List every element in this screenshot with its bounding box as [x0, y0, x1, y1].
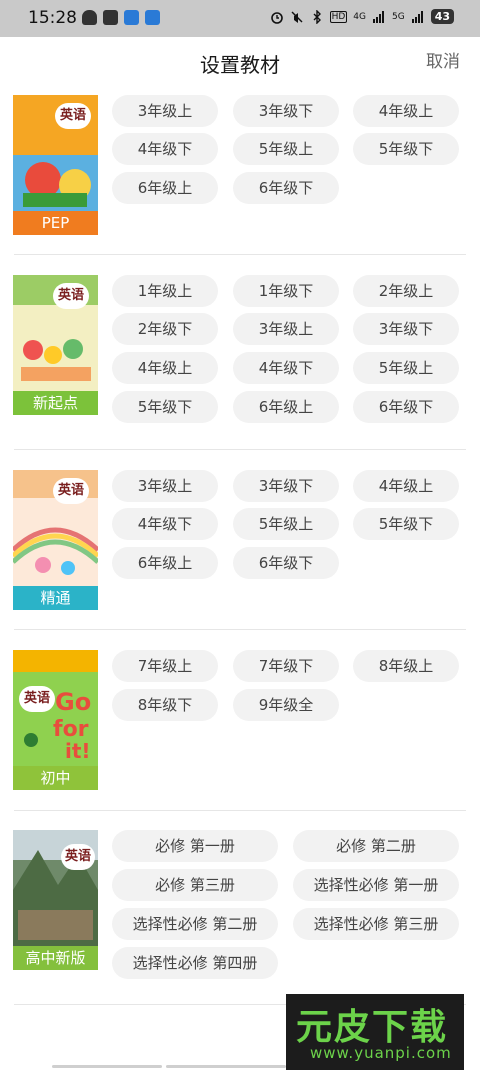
- grade-option[interactable]: 4年级上: [353, 470, 459, 502]
- grade-option[interactable]: 6年级下: [233, 547, 339, 579]
- grade-option[interactable]: 4年级下: [112, 508, 218, 540]
- book-cover-title: 英语: [53, 283, 89, 309]
- grade-option[interactable]: 2年级上: [353, 275, 459, 307]
- grade-option[interactable]: 7年级上: [112, 650, 218, 682]
- book-cover-title: 英语: [53, 478, 89, 504]
- grade-option[interactable]: 9年级全: [233, 689, 339, 721]
- grade-option[interactable]: 3年级上: [112, 470, 218, 502]
- grade-option[interactable]: 4年级下: [233, 352, 339, 384]
- page-title: 设置教材: [200, 53, 280, 77]
- book-cover-title: 英语: [19, 686, 55, 712]
- signal-icon: [372, 10, 384, 23]
- grade-option[interactable]: 8年级上: [353, 650, 459, 682]
- grade-option[interactable]: 5年级下: [353, 133, 459, 165]
- android-icon: [82, 10, 97, 25]
- textbook-option[interactable]: 选择性必修 第一册: [293, 869, 459, 901]
- watermark-text: 元皮下载: [296, 1007, 449, 1048]
- status-app-icons: [82, 10, 160, 25]
- book-cover-pep[interactable]: 英语 PEP: [13, 95, 98, 235]
- grade-option[interactable]: 2年级下: [112, 313, 218, 345]
- grade-option[interactable]: 5年级上: [353, 352, 459, 384]
- book-cover-jingtong[interactable]: 英语 精通: [13, 470, 98, 610]
- wifi-icon: [411, 10, 423, 23]
- book-cover-chuzhong[interactable]: Go for it! 英语 初中: [13, 650, 98, 790]
- textbook-option[interactable]: 必修 第一册: [112, 830, 278, 862]
- status-indicators: HD 4G 5G 43: [270, 9, 454, 24]
- textbook-option[interactable]: 选择性必修 第二册: [112, 908, 278, 940]
- grade-option[interactable]: 4年级上: [112, 352, 218, 384]
- book-cover-gaozhong[interactable]: 英语 高中新版: [13, 830, 98, 970]
- svg-text:Go: Go: [55, 688, 91, 716]
- grade-option[interactable]: 5年级下: [112, 391, 218, 423]
- textbook-option[interactable]: 必修 第二册: [293, 830, 459, 862]
- battery-indicator: 43: [430, 9, 454, 24]
- book-label: PEP: [13, 211, 98, 235]
- watermark-logo: 元皮下载 www.yuanpi.com: [286, 994, 464, 1070]
- grade-option[interactable]: 1年级上: [112, 275, 218, 307]
- grade-option[interactable]: 3年级下: [233, 95, 339, 127]
- gesture-bar[interactable]: [166, 1065, 286, 1068]
- mail-icon: [103, 10, 118, 25]
- grade-option[interactable]: 3年级下: [353, 313, 459, 345]
- network-hd: HD: [329, 10, 348, 23]
- book-cover-xinqidian[interactable]: 英语 新起点: [13, 275, 98, 415]
- grade-option[interactable]: 6年级下: [353, 391, 459, 423]
- grade-option[interactable]: 3年级上: [233, 313, 339, 345]
- grade-option[interactable]: 5年级上: [233, 133, 339, 165]
- section-divider: [14, 810, 466, 811]
- grade-option[interactable]: 4年级下: [112, 133, 218, 165]
- section-divider: [14, 449, 466, 450]
- grade-option[interactable]: 5年级上: [233, 508, 339, 540]
- telegram-icon: [145, 10, 160, 25]
- grade-option[interactable]: 7年级下: [233, 650, 339, 682]
- grade-option[interactable]: 8年级下: [112, 689, 218, 721]
- status-bar: 15:28 HD 4G 5G 43: [0, 0, 480, 37]
- grade-option[interactable]: 1年级下: [233, 275, 339, 307]
- book-cover-title: 英语: [55, 103, 91, 129]
- svg-text:it!: it!: [65, 739, 91, 763]
- alarm-icon: [270, 11, 283, 24]
- status-time: 15:28: [28, 8, 77, 28]
- gesture-bar[interactable]: [52, 1065, 162, 1068]
- section-divider: [14, 629, 466, 630]
- bluetooth-icon: [313, 9, 321, 24]
- grade-option[interactable]: 3年级上: [112, 95, 218, 127]
- book-label: 高中新版: [13, 946, 98, 970]
- header: 设置教材 取消: [0, 37, 480, 85]
- book-label: 新起点: [13, 391, 98, 415]
- grade-option[interactable]: 5年级下: [353, 508, 459, 540]
- book-label: 精通: [13, 586, 98, 610]
- textbook-option[interactable]: 选择性必修 第三册: [293, 908, 459, 940]
- grade-option[interactable]: 6年级上: [112, 172, 218, 204]
- book-cover-title: 英语: [61, 844, 95, 870]
- grade-option[interactable]: 4年级上: [353, 95, 459, 127]
- network-5g: 5G: [391, 11, 405, 22]
- watermark-url: www.yuanpi.com: [310, 1044, 452, 1062]
- book-label: 初中: [13, 766, 98, 790]
- cancel-button[interactable]: 取消: [426, 47, 460, 72]
- textbook-option[interactable]: 必修 第三册: [112, 869, 278, 901]
- grade-option[interactable]: 3年级下: [233, 470, 339, 502]
- app-icon: [124, 10, 139, 25]
- mute-icon: [291, 11, 303, 23]
- network-4g: 4G: [353, 11, 366, 22]
- grade-option[interactable]: 6年级上: [112, 547, 218, 579]
- grade-option[interactable]: 6年级下: [233, 172, 339, 204]
- section-divider: [14, 254, 466, 255]
- grade-option[interactable]: 6年级上: [233, 391, 339, 423]
- textbook-option[interactable]: 选择性必修 第四册: [112, 947, 278, 979]
